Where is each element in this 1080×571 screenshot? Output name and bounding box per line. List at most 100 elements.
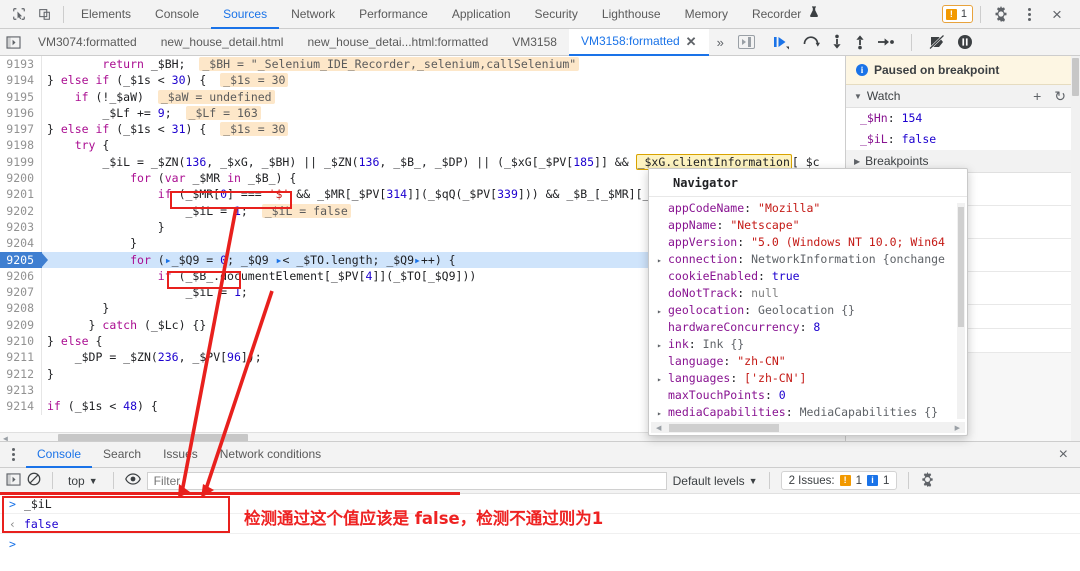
property-row[interactable]: language: "zh-CN" bbox=[649, 353, 967, 370]
popup-scroll-left-icon[interactable]: ◀ bbox=[652, 424, 665, 432]
property-row[interactable]: maxTouchPoints: 0 bbox=[649, 387, 967, 404]
watch-section-header[interactable]: ▼ Watch + ↻ bbox=[846, 85, 1080, 108]
console-sidebar-toggle-icon[interactable] bbox=[6, 473, 21, 489]
file-tab-vm3158-formatted[interactable]: VM3158:formatted ✕ bbox=[569, 29, 709, 56]
step-out-of-current-function-icon[interactable] bbox=[854, 34, 866, 50]
line-number[interactable]: 9212 bbox=[0, 366, 42, 382]
popup-vertical-scrollbar[interactable] bbox=[957, 203, 965, 419]
property-row[interactable]: appName: "Netscape" bbox=[649, 217, 967, 234]
step-over-next-function-call-icon[interactable] bbox=[802, 34, 820, 50]
clear-console-icon[interactable] bbox=[27, 472, 41, 489]
toggle-debugger-sidebar-icon[interactable] bbox=[738, 35, 755, 49]
console-prompt-row[interactable]: > bbox=[0, 534, 1080, 554]
file-tab-close-icon[interactable]: ✕ bbox=[686, 28, 697, 55]
file-tab-new-house-detail-formatted[interactable]: new_house_detai...html:formatted bbox=[295, 29, 500, 56]
line-number[interactable]: 9206 bbox=[0, 268, 42, 284]
sidebar-vertical-scrollbar[interactable] bbox=[1071, 56, 1080, 443]
sidebar-scroll-thumb[interactable] bbox=[1072, 58, 1079, 96]
more-options-kebab-icon[interactable] bbox=[1016, 2, 1042, 26]
code-line[interactable]: 9197} else if (_$1s < 31) { _$1s = 30 bbox=[0, 121, 845, 137]
object-preview-popup[interactable]: Navigator appCodeName: "Mozilla"appName:… bbox=[648, 168, 968, 436]
line-number[interactable]: 9210 bbox=[0, 333, 42, 349]
tab-recorder[interactable]: Recorder bbox=[740, 0, 831, 29]
tab-console[interactable]: Console bbox=[143, 0, 211, 29]
property-row[interactable]: appVersion: "5.0 (Windows NT 10.0; Win64 bbox=[649, 234, 967, 251]
line-number[interactable]: 9214 bbox=[0, 398, 42, 414]
line-number[interactable]: 9209 bbox=[0, 317, 42, 333]
line-number[interactable]: 9211 bbox=[0, 349, 42, 365]
drawer-tab-search[interactable]: Search bbox=[92, 441, 152, 468]
property-row[interactable]: doNotTrack: null bbox=[649, 285, 967, 302]
property-row[interactable]: appCodeName: "Mozilla" bbox=[649, 200, 967, 217]
drawer-tab-issues[interactable]: Issues bbox=[152, 441, 209, 468]
line-number[interactable]: 9204 bbox=[0, 235, 42, 251]
line-number[interactable]: 9201 bbox=[0, 186, 42, 202]
line-number[interactable]: 9197 bbox=[0, 121, 42, 137]
file-tab-vm3158[interactable]: VM3158 bbox=[500, 29, 569, 56]
console-context-selector[interactable]: top ▼ bbox=[64, 474, 102, 488]
expand-triangle-icon[interactable]: ▸ bbox=[657, 337, 668, 353]
expand-triangle-icon[interactable]: ▸ bbox=[657, 405, 668, 421]
popup-scroll-right-icon[interactable]: ▶ bbox=[951, 424, 964, 432]
property-row[interactable]: ▸mediaCapabilities: MediaCapabilities {} bbox=[649, 404, 967, 421]
live-expression-eye-icon[interactable] bbox=[125, 473, 141, 488]
console-settings-gear-icon[interactable] bbox=[920, 472, 935, 490]
refresh-watch-icon[interactable]: ↻ bbox=[1054, 88, 1066, 105]
step-icon[interactable] bbox=[877, 34, 895, 50]
file-tab-vm3074[interactable]: VM3074:formatted bbox=[26, 29, 149, 56]
line-number[interactable]: 9198 bbox=[0, 137, 42, 153]
line-number[interactable]: 9200 bbox=[0, 170, 42, 186]
line-number[interactable]: 9207 bbox=[0, 284, 42, 300]
pause-on-exceptions-icon[interactable] bbox=[957, 34, 973, 50]
popup-horizontal-scrollbar[interactable]: ◀ ▶ bbox=[651, 422, 965, 433]
drawer-more-kebab-icon[interactable] bbox=[0, 443, 26, 467]
tab-network[interactable]: Network bbox=[279, 0, 347, 29]
line-number[interactable]: 9199 bbox=[0, 154, 42, 170]
warning-badge[interactable]: ! 1 bbox=[942, 5, 973, 23]
tab-elements[interactable]: Elements bbox=[69, 0, 143, 29]
tab-memory[interactable]: Memory bbox=[673, 0, 740, 29]
deactivate-breakpoints-icon[interactable] bbox=[928, 34, 946, 50]
device-toolbar-icon[interactable] bbox=[32, 2, 58, 26]
inspect-element-icon[interactable] bbox=[6, 2, 32, 26]
code-line[interactable]: 9198 try { bbox=[0, 137, 845, 153]
tab-application[interactable]: Application bbox=[440, 0, 523, 29]
watch-row[interactable]: _$Hn: 154 bbox=[846, 108, 1080, 129]
line-number[interactable]: 9213 bbox=[0, 382, 42, 398]
code-line[interactable]: 9195 if (!_$aW) _$aW = undefined bbox=[0, 89, 845, 105]
line-number[interactable]: 9205 bbox=[0, 252, 42, 268]
drawer-tab-network-conditions[interactable]: Network conditions bbox=[209, 441, 332, 468]
line-number[interactable]: 9193 bbox=[0, 56, 42, 72]
issues-summary-badge[interactable]: 2 Issues: ! 1 i 1 bbox=[781, 471, 898, 490]
tab-performance[interactable]: Performance bbox=[347, 0, 440, 29]
popup-vscroll-thumb[interactable] bbox=[958, 207, 964, 327]
expand-triangle-icon[interactable]: ▸ bbox=[657, 303, 668, 319]
tab-sources[interactable]: Sources bbox=[211, 0, 279, 29]
tab-lighthouse[interactable]: Lighthouse bbox=[590, 0, 673, 29]
settings-gear-icon[interactable] bbox=[988, 2, 1014, 26]
line-number[interactable]: 9208 bbox=[0, 300, 42, 316]
step-into-next-function-call-icon[interactable] bbox=[831, 34, 843, 50]
console-log-levels-selector[interactable]: Default levels ▼ bbox=[673, 474, 758, 488]
code-line[interactable]: 9194} else if (_$1s < 30) { _$1s = 30 bbox=[0, 72, 845, 88]
add-watch-expression-icon[interactable]: + bbox=[1033, 88, 1041, 105]
popup-hscroll-thumb[interactable] bbox=[669, 424, 779, 432]
property-row[interactable]: ▸languages: ['zh-CN'] bbox=[649, 370, 967, 387]
line-number[interactable]: 9196 bbox=[0, 105, 42, 121]
file-tabs-overflow-icon[interactable]: » bbox=[709, 35, 732, 50]
property-row[interactable]: ▸geolocation: Geolocation {} bbox=[649, 302, 967, 319]
drawer-tab-console[interactable]: Console bbox=[26, 441, 92, 468]
property-row[interactable]: cookieEnabled: true bbox=[649, 268, 967, 285]
resume-script-execution-icon[interactable] bbox=[773, 34, 791, 50]
line-number[interactable]: 9203 bbox=[0, 219, 42, 235]
line-number[interactable]: 9194 bbox=[0, 72, 42, 88]
property-row[interactable]: hardwareConcurrency: 8 bbox=[649, 319, 967, 336]
show-navigator-panel-icon[interactable] bbox=[0, 30, 26, 54]
console-filter-input[interactable] bbox=[147, 472, 667, 490]
property-row[interactable]: ▸connection: NetworkInformation {onchang… bbox=[649, 251, 967, 268]
file-tab-new-house-detail[interactable]: new_house_detail.html bbox=[149, 29, 296, 56]
line-number[interactable]: 9202 bbox=[0, 203, 42, 219]
expand-triangle-icon[interactable]: ▸ bbox=[657, 371, 668, 387]
watch-row[interactable]: _$iL: false bbox=[846, 129, 1080, 150]
tab-security[interactable]: Security bbox=[523, 0, 590, 29]
